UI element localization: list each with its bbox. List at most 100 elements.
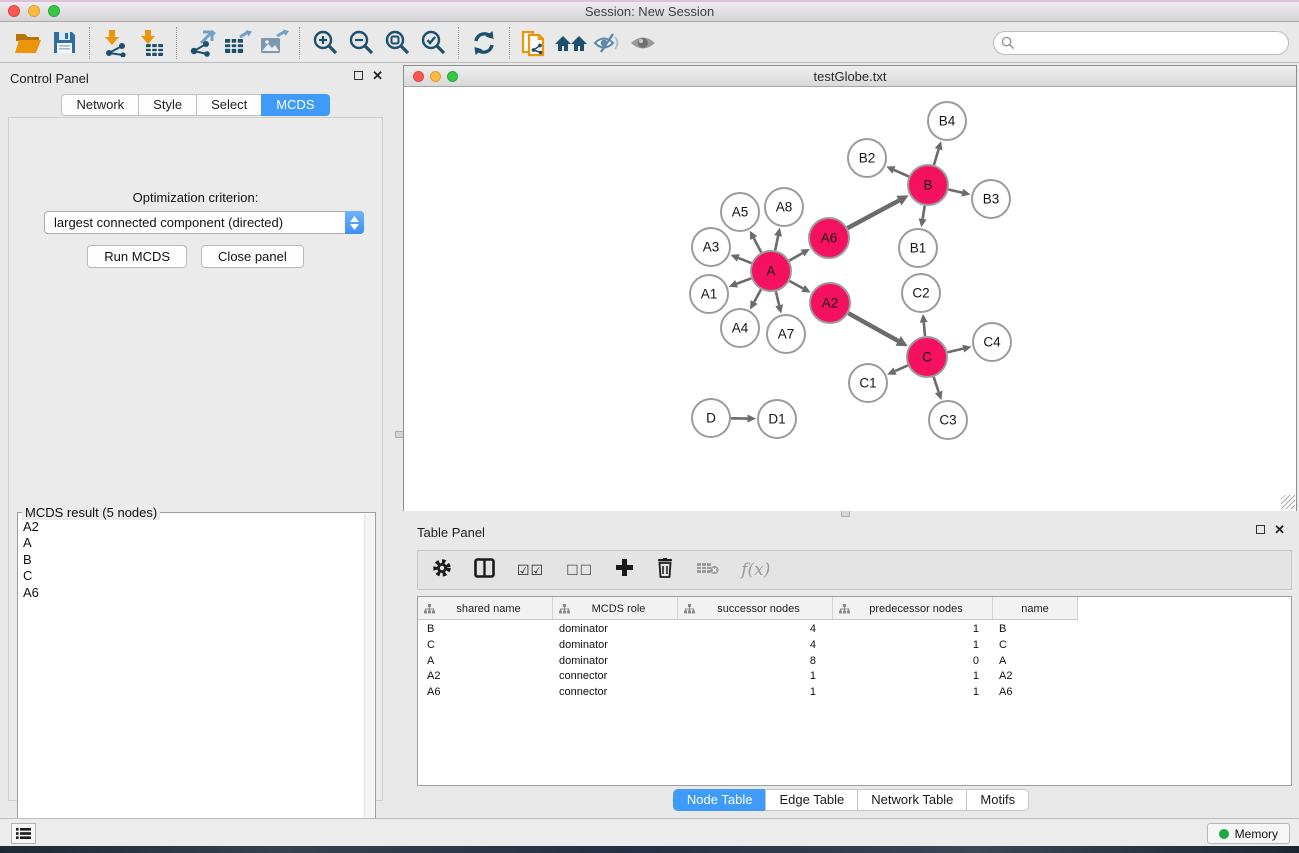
export-table-icon[interactable] [220,26,256,60]
save-session-icon[interactable] [46,26,82,60]
tab-node-table[interactable]: Node Table [673,789,766,811]
column-header-successor-nodes[interactable]: successor nodes [678,597,833,620]
mcds-result-scrollbar[interactable] [364,514,374,850]
search-box[interactable] [993,31,1289,55]
toolbar-separator [176,27,177,59]
tab-style[interactable]: Style [138,94,196,116]
graph-edge-arrowhead [920,314,928,323]
column-header-name[interactable]: name [993,597,1078,620]
tab-select[interactable]: Select [196,94,261,116]
graph-edge-A-A4[interactable] [754,289,761,302]
gear-icon[interactable] [432,558,452,583]
show-graphics-icon[interactable] [625,26,661,60]
mcds-result-item[interactable]: A6 [20,585,363,601]
table-row[interactable]: A6connector11A6 [418,685,1291,701]
graph-edge-A-A2[interactable] [789,281,803,288]
delete-column-icon[interactable] [656,558,674,583]
close-panel-button[interactable]: Close panel [201,245,304,268]
open-session-icon[interactable] [10,26,46,60]
tab-mcds[interactable]: MCDS [261,94,329,116]
table-cell: 4 [678,638,816,654]
function-builder-icon[interactable]: f(x) [741,560,770,580]
columns-icon[interactable] [474,558,495,583]
graph-edge-A-A8[interactable] [775,236,778,251]
graph-edge-B-B2[interactable] [894,170,909,177]
zoom-in-icon[interactable] [307,26,343,60]
table-row[interactable]: Adominator80A [418,654,1291,670]
tab-motifs[interactable]: Motifs [966,789,1029,811]
unselect-all-columns-icon[interactable]: ☐☐ [566,562,593,579]
toolbar-separator [509,27,510,59]
column-header-shared-name[interactable]: shared name [418,597,553,620]
graph-edge-A-A5[interactable] [754,238,762,252]
graph-edge-A-A7[interactable] [776,291,779,305]
window-resize-handle[interactable] [1281,495,1295,509]
tab-network-table[interactable]: Network Table [857,789,966,811]
table-row[interactable]: Cdominator41C [418,638,1291,654]
import-table-icon[interactable] [133,26,169,60]
tab-network[interactable]: Network [61,94,138,116]
mcds-result-box: MCDS result (5 nodes) A2ABCA6 [17,512,376,852]
desktop-background [0,846,1299,853]
graph-edge-C-C2[interactable] [924,322,925,336]
float-table-panel-icon[interactable] [1256,525,1265,534]
graph-edge-A6-B[interactable] [848,201,899,229]
horizontal-divider-grip[interactable] [841,510,850,517]
graph-node-label: D1 [768,412,785,427]
zoom-out-icon[interactable] [343,26,379,60]
network-canvas[interactable]: AA1A2A3A4A5A6A7A8BB1B2B3B4CC1C2C3C4DD1 [404,87,1296,511]
session-networks-icon[interactable] [517,26,553,60]
select-all-columns-icon[interactable]: ☑☑ [517,562,544,579]
refresh-icon[interactable] [466,26,502,60]
graph-edge-C-C4[interactable] [947,349,963,353]
search-input[interactable] [1015,34,1288,52]
toolbar-separator [299,27,300,59]
home-icon[interactable] [553,26,589,60]
graph-edge-C-C3[interactable] [934,377,939,392]
criterion-dropdown[interactable]: largest connected component (directed) [44,211,364,234]
delete-table-icon[interactable] [696,560,719,581]
zoom-fit-icon[interactable] [379,26,415,60]
graph-node-label: A7 [778,327,795,342]
task-history-button[interactable] [11,823,36,844]
graph-edge-C-C1[interactable] [895,365,908,371]
tab-edge-table[interactable]: Edge Table [765,789,857,811]
graph-edge-A-A6[interactable] [789,253,802,261]
table-cell: 1 [816,638,979,654]
graph-edge-B-B1[interactable] [923,206,925,219]
graph-edge-arrowhead [774,228,782,237]
close-panel-icon[interactable]: ✕ [372,70,383,81]
table-cell: A6 [979,685,1012,701]
network-window-titlebar[interactable]: testGlobe.txt [404,66,1296,87]
zoom-selected-icon[interactable] [415,26,451,60]
export-image-icon[interactable] [256,26,292,60]
add-column-icon[interactable] [615,558,634,582]
mcds-result-item[interactable]: C [20,568,363,584]
graph-edge-A-A1[interactable] [737,278,752,283]
export-network-icon[interactable] [184,26,220,60]
table-cell: A [979,654,1006,670]
graph-node-label: B4 [939,114,956,129]
table-row[interactable]: Bdominator41B [418,622,1291,638]
run-mcds-button[interactable]: Run MCDS [87,245,187,268]
memory-button[interactable]: Memory [1207,823,1290,844]
mcds-result-item[interactable]: A [20,535,363,551]
close-table-panel-icon[interactable]: ✕ [1274,524,1285,535]
table-cell: A2 [979,669,1012,685]
graph-edge-B-B3[interactable] [948,190,962,193]
graph-node-label: A3 [703,240,720,255]
column-header-predecessor-nodes[interactable]: predecessor nodes [833,597,993,620]
hide-details-icon[interactable] [589,26,625,60]
graph-edge-A2-C[interactable] [848,313,898,341]
float-panel-icon[interactable] [354,71,363,80]
mcds-result-item[interactable]: A2 [20,519,363,535]
graph-node-label: D [706,411,716,426]
graph-edge-B-B4[interactable] [934,149,939,165]
mcds-result-item[interactable]: B [20,552,363,568]
graph-edge-A-A3[interactable] [738,258,751,263]
graph-node-label: B [923,178,932,193]
import-network-icon[interactable] [97,26,133,60]
column-header-mcds-role[interactable]: MCDS role [553,597,678,620]
dropdown-stepper-icon [345,211,364,234]
table-row[interactable]: A2connector11A2 [418,669,1291,685]
